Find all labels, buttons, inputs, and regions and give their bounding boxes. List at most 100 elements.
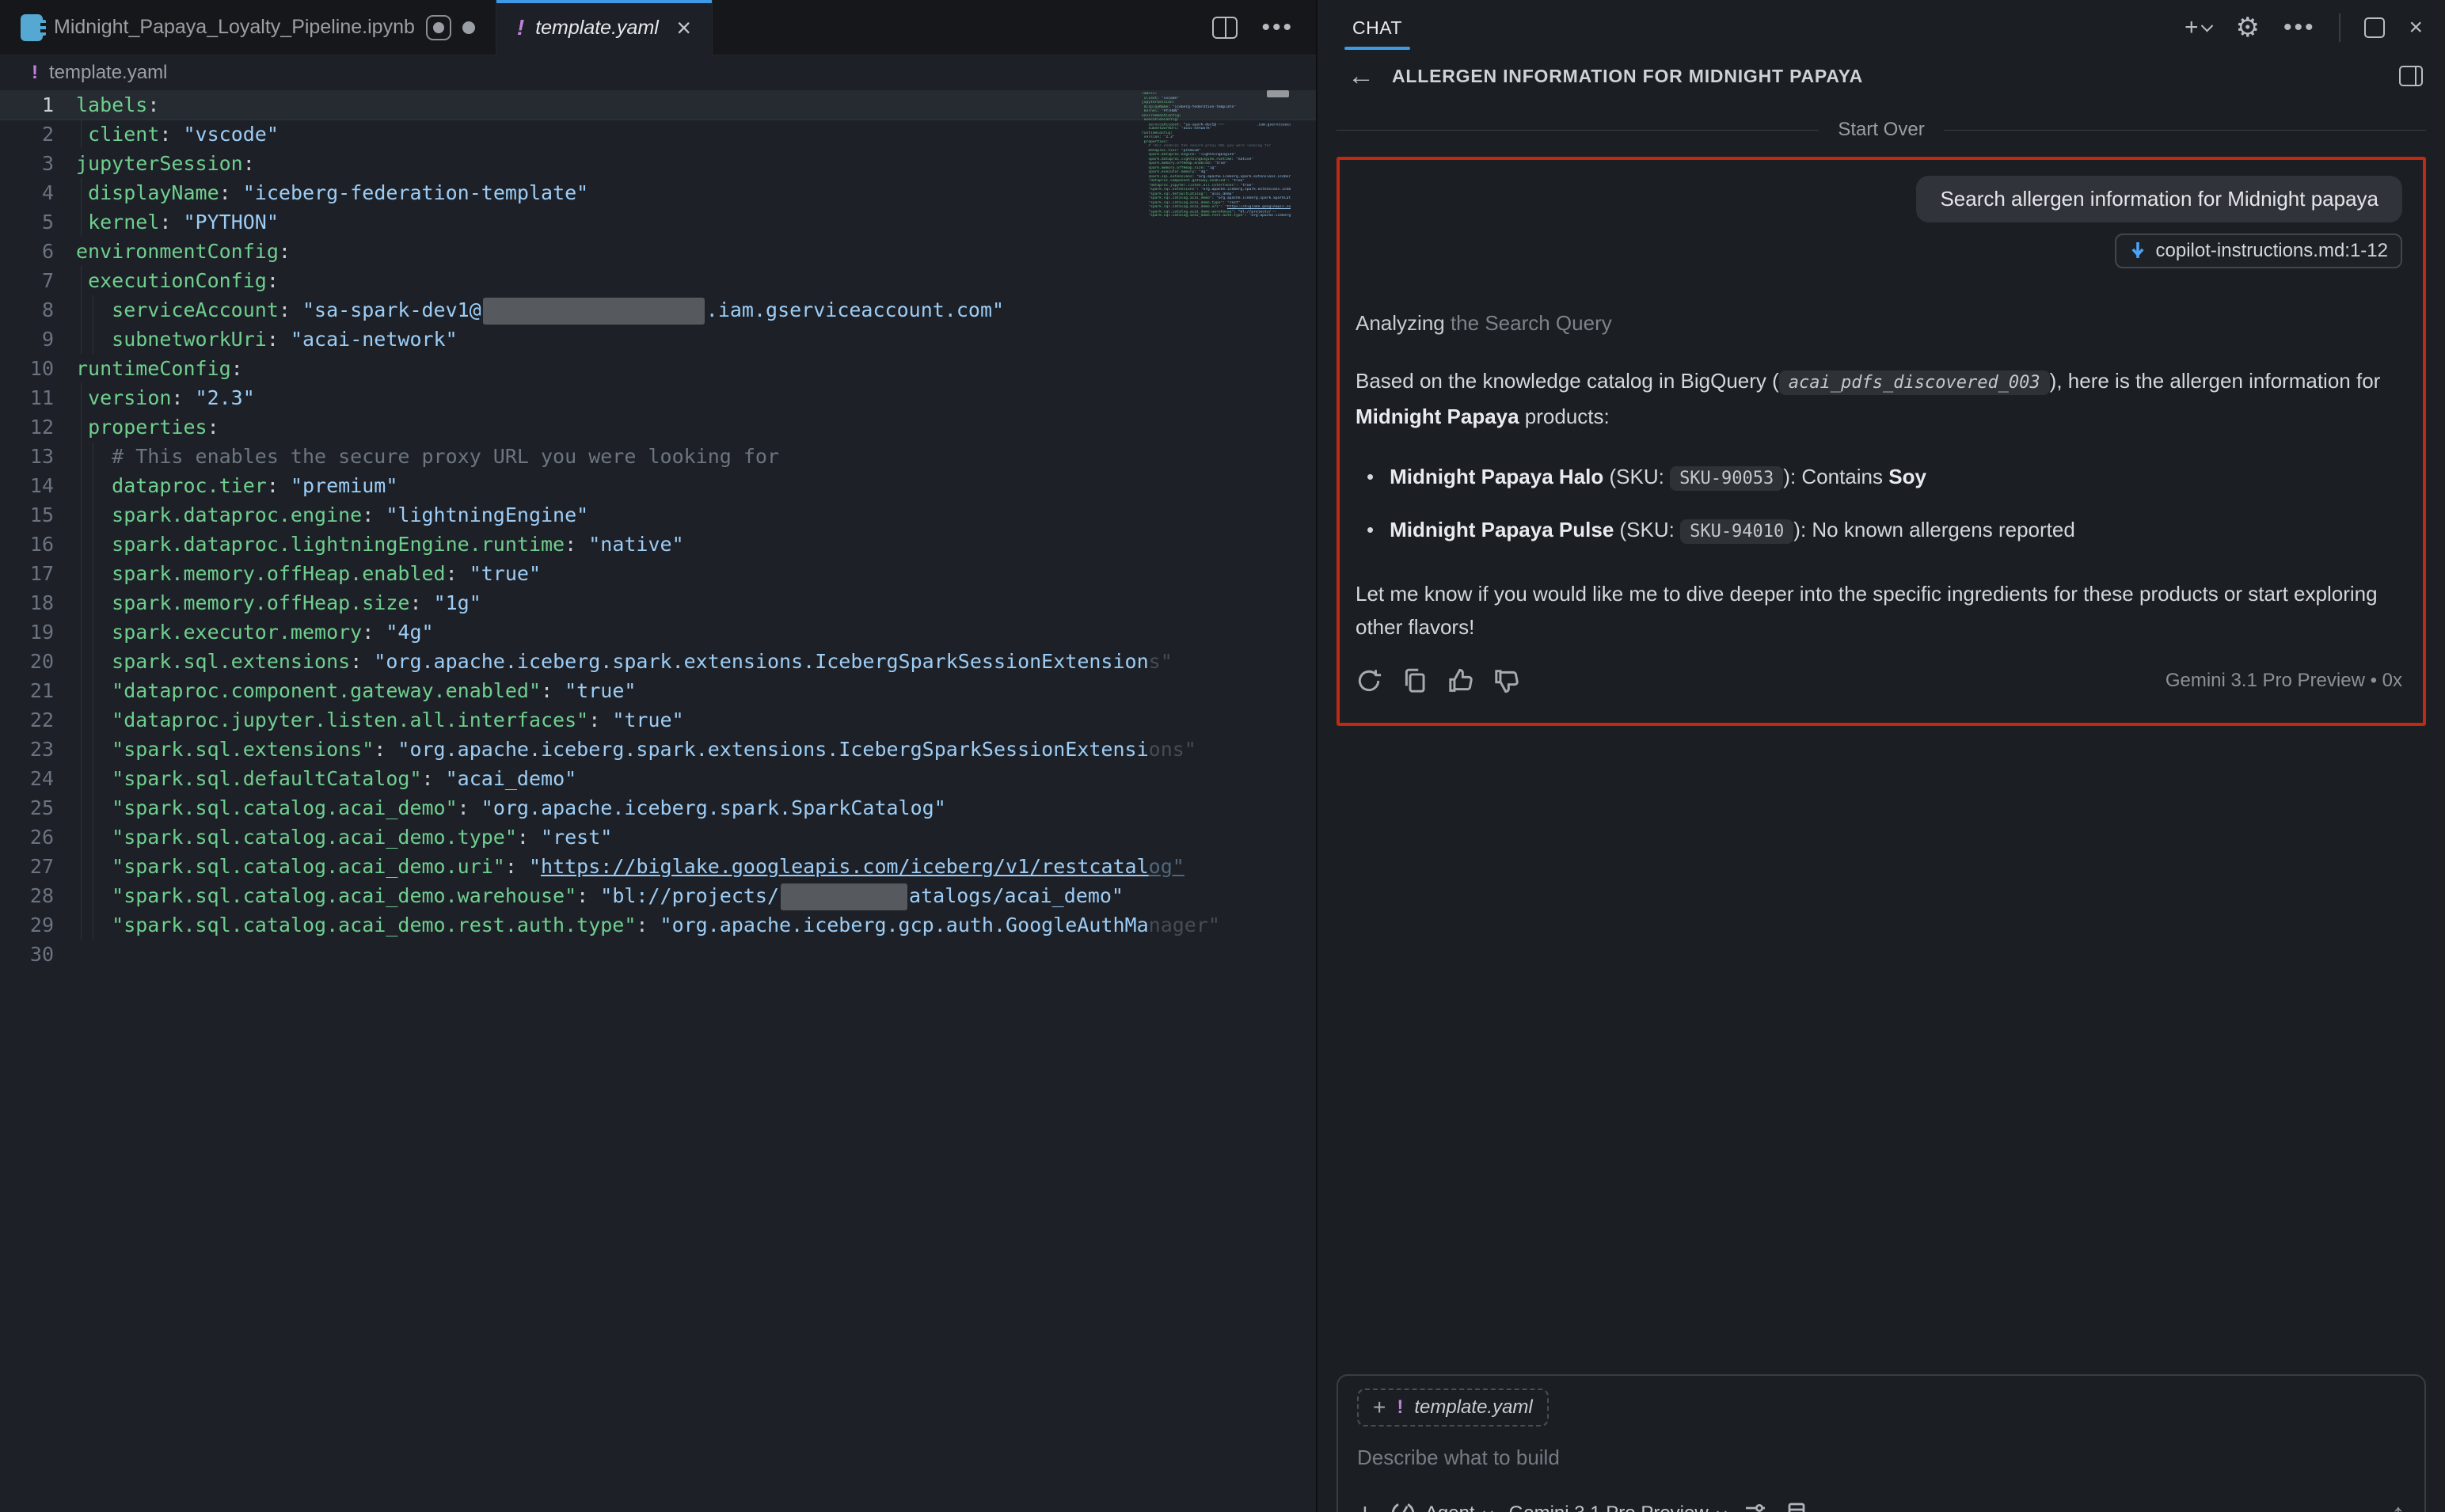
allergen-list-item: •Midnight Papaya Pulse (SKU: SKU-94010):… — [1367, 513, 2402, 549]
line-number: 17 — [0, 559, 76, 588]
input-toolbar: + Agent Gemini 3.1 Pro Preview — [1357, 1497, 2405, 1512]
code-line: 30 — [1142, 218, 1291, 223]
line-number: 12 — [0, 412, 76, 442]
redaction-box — [1218, 123, 1224, 124]
mode-selector[interactable]: Agent — [1390, 1501, 1492, 1512]
line-number: 11 — [0, 383, 76, 412]
line-number: 16 — [0, 530, 76, 559]
code-line: 11 version: "2.3" — [0, 383, 1316, 412]
back-arrow-icon[interactable]: ← — [1348, 61, 1375, 92]
editor-tab-bar: Midnight_Papaya_Loyalty_Pipeline.ipynb !… — [0, 0, 1316, 55]
thumbs-down-icon[interactable] — [1493, 667, 1520, 694]
code-line: 7 executionConfig: — [0, 266, 1316, 295]
database-warning-icon[interactable] — [1785, 1501, 1811, 1512]
code-line: 23 "spark.sql.extensions": "org.apache.i… — [0, 735, 1316, 764]
new-chat-button[interactable]: + — [2185, 14, 2212, 41]
editor-pane: Midnight_Papaya_Loyalty_Pipeline.ipynb !… — [0, 0, 1318, 1512]
context-file-label: template.yaml — [1414, 1396, 1532, 1419]
code-editor[interactable]: 1labels:2 client: "vscode"3jupyterSessio… — [0, 90, 1316, 1512]
yaml-warning-icon: ! — [32, 62, 38, 84]
line-number: 14 — [0, 471, 76, 500]
code-line: 5 kernel: "PYTHON" — [0, 207, 1316, 237]
chat-session-title: ALLERGEN INFORMATION FOR MIDNIGHT PAPAYA — [1392, 66, 1863, 87]
more-actions-icon[interactable]: ••• — [1261, 14, 1294, 41]
line-number: 20 — [0, 647, 76, 676]
tab-notebook[interactable]: Midnight_Papaya_Loyalty_Pipeline.ipynb — [0, 0, 496, 55]
line-number: 30 — [0, 940, 76, 969]
line-number: 13 — [0, 442, 76, 471]
scrollbar-thumb[interactable] — [1267, 90, 1289, 97]
sliders-icon[interactable] — [1743, 1501, 1768, 1512]
settings-gear-icon[interactable]: ⚙ — [2235, 12, 2259, 44]
yaml-warning-icon: ! — [517, 15, 524, 40]
chevron-down-icon — [1483, 1506, 1493, 1512]
line-number: 2 — [0, 120, 76, 149]
code-line: 6environmentConfig: — [0, 237, 1316, 266]
code-line: 21 "dataproc.component.gateway.enabled":… — [0, 676, 1316, 705]
chat-pane: CHAT + ⚙ ••• × ← ALLERGEN INFORMATION FO… — [1318, 0, 2445, 1512]
modified-dot-icon — [462, 21, 475, 34]
code-line: 25 "spark.sql.catalog.acai_demo": "org.a… — [0, 793, 1316, 822]
regenerate-icon[interactable] — [1356, 667, 1382, 694]
response-actions: Gemini 3.1 Pro Preview • 0x — [1356, 667, 2402, 694]
code-line: 4 displayName: "iceberg-federation-templ… — [0, 178, 1316, 207]
line-number: 18 — [0, 588, 76, 617]
line-number: 1 — [0, 90, 76, 120]
tab-template-yaml[interactable]: ! template.yaml × — [496, 0, 713, 55]
start-over-button[interactable]: Start Over — [1838, 119, 1924, 141]
code-line: 13 # This enables the secure proxy URL y… — [0, 442, 1316, 471]
notebook-icon — [21, 14, 43, 41]
model-usage-label: Gemini 3.1 Pro Preview • 0x — [2166, 670, 2402, 692]
line-number: 26 — [0, 822, 76, 852]
tab-label: template.yaml — [535, 17, 659, 40]
minimap[interactable]: 1labels:2 client: "vscode"3jupyterSessio… — [1142, 92, 1291, 222]
attachment-chip[interactable]: copilot-instructions.md:1-12 — [2115, 234, 2402, 268]
line-number: 24 — [0, 764, 76, 793]
tab-chat[interactable]: CHAT — [1349, 3, 1405, 53]
code-line: 2 client: "vscode" — [0, 120, 1316, 149]
code-line: 14 dataproc.tier: "premium" — [0, 471, 1316, 500]
attachment-label: copilot-instructions.md:1-12 — [2156, 240, 2388, 262]
line-number: 22 — [0, 705, 76, 735]
code-line: 16 spark.dataproc.lightningEngine.runtim… — [0, 530, 1316, 559]
line-number: 19 — [0, 617, 76, 647]
tab-label: Midnight_Papaya_Loyalty_Pipeline.ipynb — [54, 16, 415, 39]
analyzing-status[interactable]: Analyzing the Search Query — [1356, 311, 2402, 336]
breadcrumb[interactable]: ! template.yaml — [0, 55, 1316, 90]
code-line: 9 subnetworkUri: "acai-network" — [0, 325, 1316, 354]
line-number: 15 — [0, 500, 76, 530]
code-line: 24 "spark.sql.defaultCatalog": "acai_dem… — [0, 764, 1316, 793]
model-label: Gemini 3.1 Pro Preview — [1509, 1503, 1709, 1512]
close-icon[interactable]: × — [676, 13, 691, 43]
line-number: 5 — [0, 207, 76, 237]
line-number: 23 — [0, 735, 76, 764]
allergen-bullet-list: •Midnight Papaya Halo (SKU: SKU-90053): … — [1356, 460, 2402, 549]
chat-header: CHAT + ⚙ ••• × — [1318, 0, 2445, 55]
attach-plus-icon[interactable]: + — [1357, 1499, 1373, 1512]
code-line: 22 "dataproc.jupyter.listen.all.interfac… — [0, 705, 1316, 735]
line-number: 4 — [0, 178, 76, 207]
close-panel-icon[interactable]: × — [2409, 14, 2423, 41]
copy-icon[interactable] — [1401, 667, 1428, 694]
code-line: 30 — [0, 940, 1316, 969]
code-line: 15 spark.dataproc.engine: "lightningEngi… — [0, 500, 1316, 530]
code-area: 1labels:2 client: "vscode"3jupyterSessio… — [0, 90, 1316, 969]
chat-input-box[interactable]: + ! template.yaml Describe what to build… — [1337, 1374, 2426, 1512]
assistant-paragraph: Let me know if you would like me to dive… — [1356, 577, 2402, 644]
line-number: 3 — [0, 149, 76, 178]
code-line: 12 properties: — [0, 412, 1316, 442]
thumbs-up-icon[interactable] — [1447, 667, 1474, 694]
more-options-icon[interactable]: ••• — [2283, 14, 2316, 41]
maximize-panel-icon[interactable] — [2364, 17, 2385, 38]
context-chip[interactable]: + ! template.yaml — [1357, 1389, 1549, 1427]
open-editor-panel-icon[interactable] — [2399, 66, 2423, 86]
chevron-down-icon — [1717, 1506, 1727, 1512]
split-editor-icon[interactable] — [1212, 17, 1238, 39]
prompt-input[interactable]: Describe what to build — [1357, 1446, 2405, 1470]
send-button[interactable]: ↑ — [2391, 1497, 2405, 1512]
code-line: 20 spark.sql.extensions: "org.apache.ice… — [0, 647, 1316, 676]
model-selector[interactable]: Gemini 3.1 Pro Preview — [1509, 1503, 1725, 1512]
line-number: 29 — [0, 910, 76, 940]
redaction-box — [781, 883, 907, 910]
breadcrumb-file: template.yaml — [49, 62, 167, 84]
